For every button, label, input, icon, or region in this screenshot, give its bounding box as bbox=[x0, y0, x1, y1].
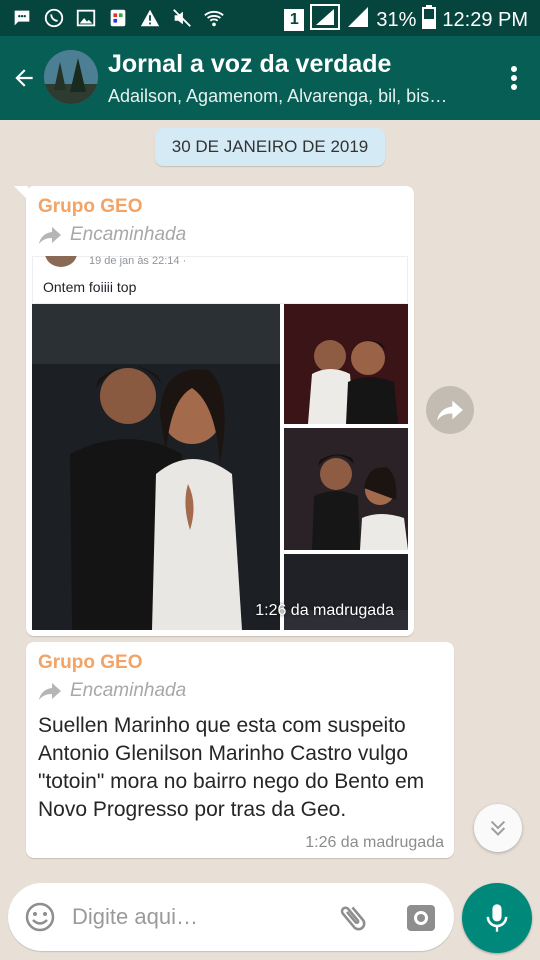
forward-button[interactable] bbox=[426, 386, 474, 434]
post-header: 19 de jan às 22:14 · Ontem foiiii top bbox=[32, 256, 408, 304]
message-time: 1:26 da madrugada bbox=[255, 602, 394, 619]
battery-percentage: 31% bbox=[376, 8, 417, 31]
message-time: 1:26 da madrugada bbox=[305, 834, 444, 851]
voice-record-button[interactable] bbox=[462, 883, 532, 953]
forwarded-label-row: Encaminhada bbox=[38, 680, 186, 702]
mute-icon bbox=[170, 6, 194, 30]
signal-bars-icon bbox=[346, 5, 370, 35]
back-button[interactable] bbox=[6, 56, 42, 100]
chat-icon bbox=[10, 6, 34, 30]
attach-icon[interactable] bbox=[336, 901, 370, 935]
post-timestamp: 19 de jan às 22:14 · bbox=[89, 256, 187, 267]
more-vert-icon bbox=[511, 66, 517, 90]
scroll-to-bottom-button[interactable] bbox=[474, 804, 522, 852]
date-divider: 30 DE JANEIRO DE 2019 bbox=[155, 128, 385, 166]
forwarded-label-row: Encaminhada bbox=[38, 224, 186, 246]
clock: 12:29 PM bbox=[442, 8, 528, 31]
chat-title[interactable]: Jornal a voz da verdade bbox=[108, 50, 391, 79]
forward-icon bbox=[437, 400, 463, 421]
message-input[interactable]: Digite aqui… bbox=[72, 904, 198, 930]
microphone-icon bbox=[486, 904, 508, 932]
sender-name: Grupo GEO bbox=[38, 196, 143, 217]
wifi-icon bbox=[202, 6, 226, 30]
message-body: Suellen Marinho que esta com suspeito An… bbox=[38, 714, 425, 821]
overflow-menu-button[interactable] bbox=[502, 60, 526, 96]
status-bar: 1 31% 12:29 PM bbox=[0, 0, 540, 36]
shared-post-image[interactable]: 19 de jan às 22:14 · Ontem foiiii top 1:… bbox=[32, 256, 408, 630]
bubble-tail bbox=[14, 186, 28, 200]
battery-icon bbox=[422, 5, 437, 35]
sender-name: Grupo GEO bbox=[38, 652, 143, 673]
photo-thumb-2 bbox=[284, 428, 408, 550]
text-message[interactable]: Grupo GEO Encaminhada Suellen Marinho qu… bbox=[26, 642, 454, 858]
double-chevron-down-icon bbox=[490, 820, 506, 836]
post-caption: Ontem foiiii top bbox=[43, 279, 137, 295]
photo-main bbox=[32, 304, 280, 630]
forwarded-text: Encaminhada bbox=[70, 224, 187, 245]
arrow-left-icon bbox=[15, 69, 33, 87]
message-list[interactable]: 30 DE JANEIRO DE 2019 Grupo GEO Encaminh… bbox=[0, 120, 540, 875]
forwarded-text: Encaminhada bbox=[70, 680, 187, 701]
chat-header: Jornal a voz da verdade Adailson, Agamen… bbox=[0, 36, 540, 120]
group-avatar[interactable] bbox=[44, 50, 98, 104]
composer: Digite aqui… bbox=[0, 875, 540, 960]
app-icon bbox=[106, 6, 130, 30]
whatsapp-icon bbox=[42, 6, 66, 30]
chat-participants[interactable]: Adailson, Agamenom, Alvarenga, bil, bis… bbox=[108, 86, 478, 107]
warning-icon bbox=[138, 6, 162, 30]
forward-icon bbox=[39, 227, 61, 244]
signal-icon bbox=[310, 4, 341, 36]
sim-badge: 1 bbox=[284, 9, 305, 31]
forward-icon bbox=[39, 683, 61, 700]
image-message[interactable]: Grupo GEO Encaminhada 19 de jan às 22:14… bbox=[14, 186, 414, 636]
camera-icon[interactable] bbox=[404, 901, 438, 935]
image-icon bbox=[74, 6, 98, 30]
message-input-box[interactable]: Digite aqui… bbox=[8, 883, 454, 951]
post-author-avatar bbox=[45, 256, 77, 267]
emoji-icon[interactable] bbox=[24, 901, 56, 933]
photo-thumb-1 bbox=[284, 304, 408, 424]
